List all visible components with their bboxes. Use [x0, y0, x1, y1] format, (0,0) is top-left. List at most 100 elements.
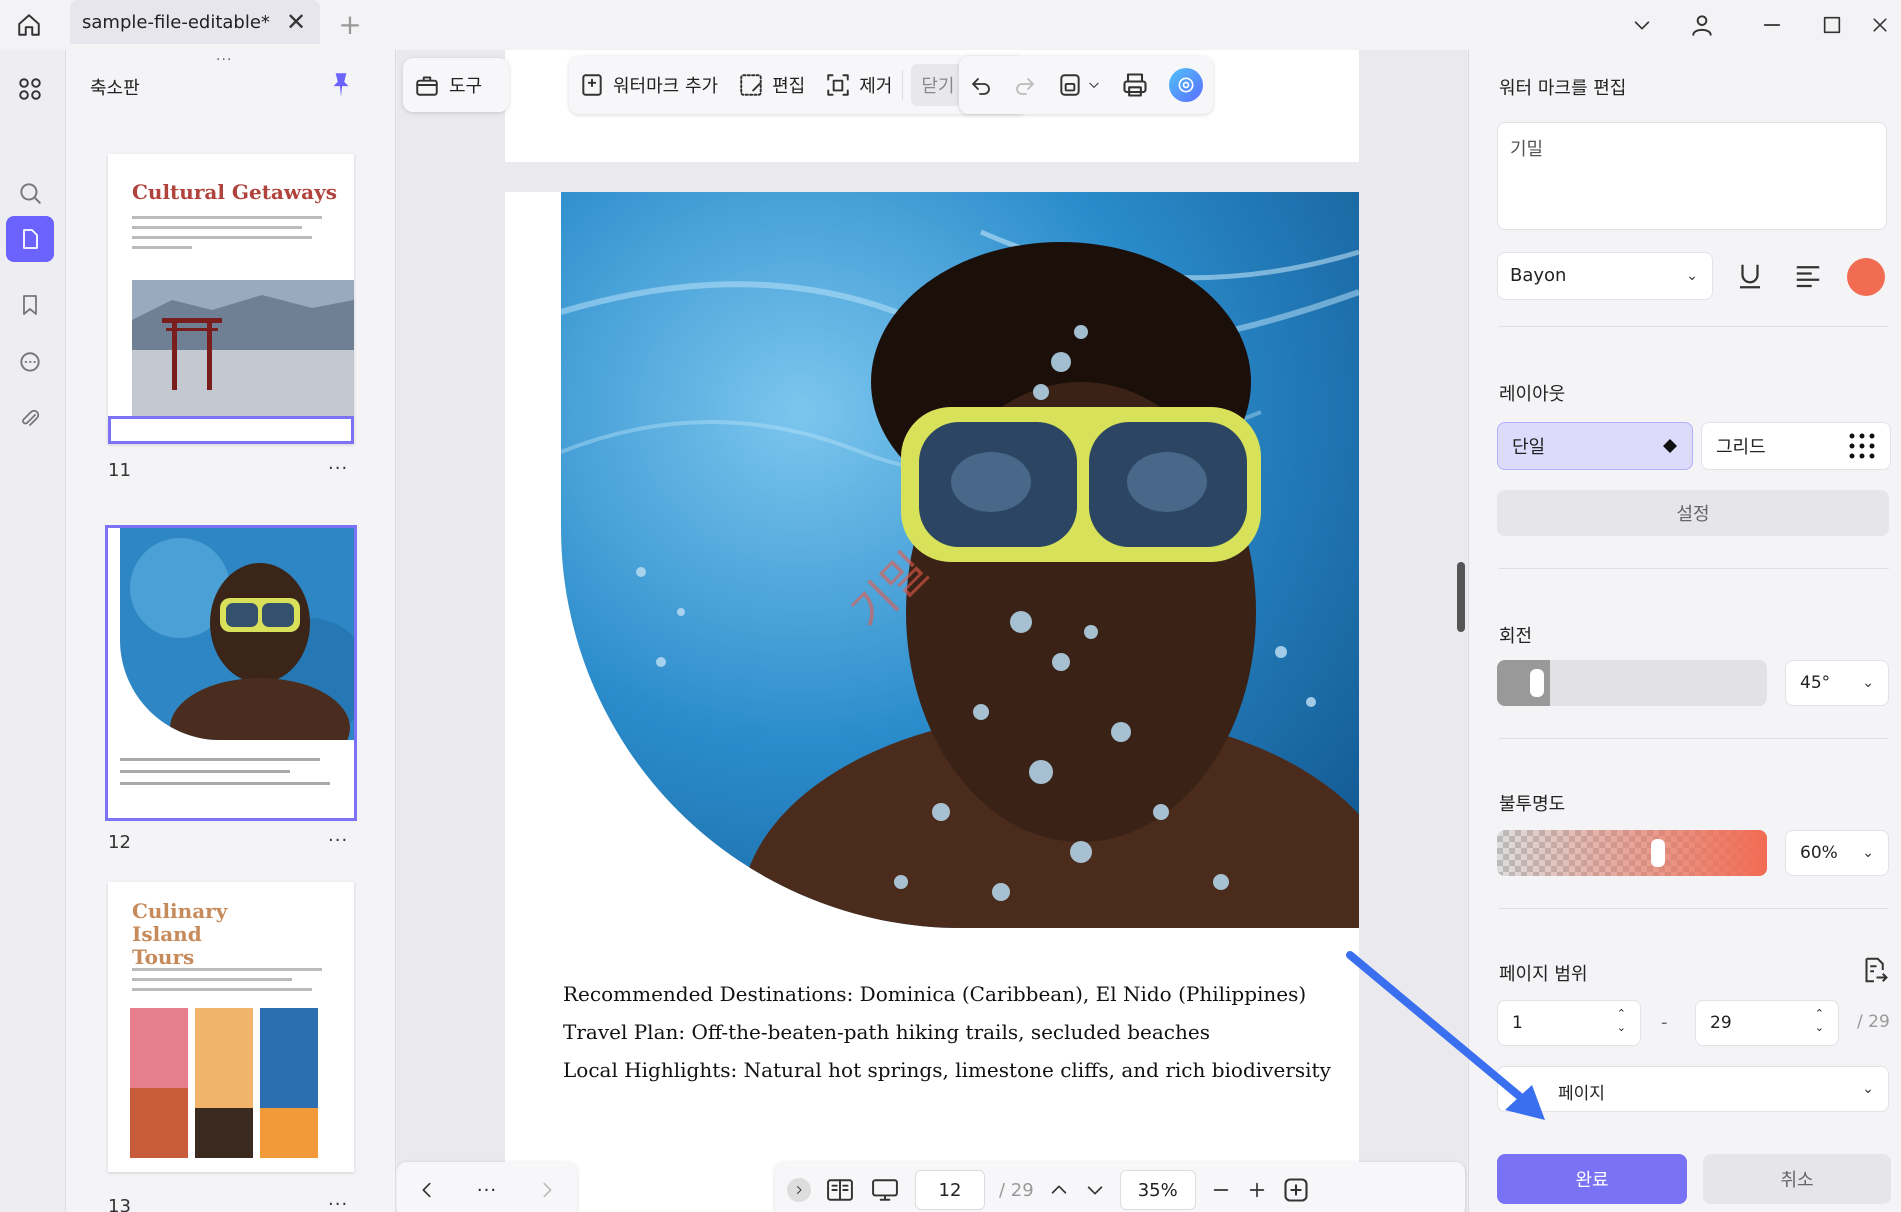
panel-title: 축소판 — [90, 78, 140, 99]
home-icon[interactable] — [10, 6, 48, 44]
tab-close-icon[interactable]: ✕ — [284, 8, 308, 36]
search-icon[interactable] — [6, 170, 54, 216]
zoom-out-icon[interactable] — [1210, 1179, 1232, 1201]
grid-dots-icon — [1849, 433, 1875, 459]
watermark-text-input[interactable]: 기밀 — [1497, 122, 1887, 230]
settings-button[interactable]: 설정 — [1497, 490, 1889, 536]
document-canvas: 기밀 Recommended Destinations: Dominica (C… — [397, 50, 1467, 1212]
add-watermark-button[interactable]: 워터마크 추가 — [569, 56, 728, 114]
confirm-button[interactable]: 완료 — [1497, 1154, 1687, 1204]
remove-watermark-button[interactable]: 제거 — [815, 56, 902, 114]
zoom-in-icon[interactable] — [1246, 1179, 1268, 1201]
page-thumbnail-12[interactable] — [105, 525, 357, 821]
page-number: 13 — [108, 1196, 131, 1212]
tools-label: 도구 — [449, 76, 483, 97]
print-icon[interactable] — [1121, 71, 1149, 99]
stepper-icon[interactable]: ⌃ ⌄ — [1617, 1007, 1626, 1035]
range-from-value: 1 — [1512, 1013, 1523, 1033]
new-tab-button[interactable]: + — [332, 6, 368, 42]
chevron-right-icon[interactable] — [536, 1179, 558, 1201]
more-icon[interactable]: ··· — [477, 1180, 497, 1201]
ai-assistant-icon[interactable] — [1169, 68, 1203, 102]
chevron-down-icon — [1089, 82, 1099, 88]
chevron-up-icon[interactable] — [1048, 1179, 1070, 1201]
stepper-icon[interactable]: ⌃ ⌄ — [1815, 1007, 1824, 1035]
text-line — [132, 226, 302, 229]
range-to-value: 29 — [1710, 1013, 1732, 1033]
chevron-down-icon: ⌄ — [1862, 675, 1874, 691]
zoom-input[interactable]: 35% — [1119, 1170, 1196, 1210]
page-number: 11 — [108, 460, 131, 481]
rotation-slider-thumb[interactable] — [1530, 669, 1544, 697]
undo-icon[interactable] — [969, 73, 993, 97]
rotation-slider[interactable] — [1497, 660, 1767, 706]
body-text-line: Local Highlights: Natural hot springs, l… — [563, 1058, 1331, 1082]
presentation-icon[interactable] — [869, 1177, 901, 1203]
minimize-icon[interactable] — [1750, 5, 1794, 45]
toolbox-icon — [416, 76, 438, 96]
pages-icon[interactable] — [6, 216, 54, 262]
add-watermark-icon — [582, 74, 602, 96]
rotation-select[interactable]: 45° ⌄ — [1785, 660, 1889, 706]
comment-icon[interactable] — [6, 340, 54, 386]
two-page-view-icon[interactable] — [825, 1177, 855, 1203]
save-button[interactable] — [1057, 72, 1101, 98]
chevron-down-icon[interactable] — [1084, 1179, 1106, 1201]
total-pages: / 29 — [999, 1179, 1034, 1201]
chevron-down-icon: ⌄ — [1862, 845, 1874, 861]
redo-icon[interactable] — [1013, 73, 1037, 97]
chevron-down-icon[interactable] — [1620, 5, 1664, 45]
more-icon[interactable]: ··· — [328, 830, 348, 851]
opacity-slider-thumb[interactable] — [1651, 839, 1665, 867]
fit-page-icon[interactable] — [1282, 1176, 1310, 1204]
page-subset-select[interactable]: 페이지 ⌄ — [1497, 1066, 1889, 1112]
collapse-toggle-icon[interactable] — [787, 1178, 811, 1202]
color-swatch[interactable] — [1847, 258, 1885, 296]
user-icon[interactable] — [1680, 5, 1724, 45]
layout-label: 레이아웃 — [1499, 384, 1566, 405]
range-from-input[interactable]: 1 ⌃ ⌄ — [1497, 1000, 1641, 1046]
page-number-input[interactable]: 12 — [915, 1170, 985, 1210]
page-range-label: 페이지 범위 — [1499, 964, 1588, 985]
page-range-icon[interactable] — [1859, 954, 1889, 986]
range-to-input[interactable]: 29 ⌃ ⌄ — [1695, 1000, 1839, 1046]
more-icon[interactable]: ··· — [328, 1194, 348, 1212]
vertical-scrollbar[interactable] — [1457, 562, 1465, 632]
pin-icon[interactable] — [328, 70, 356, 100]
more-icon[interactable]: ··· — [328, 458, 348, 479]
layout-grid-option[interactable]: 그리드 — [1701, 422, 1891, 470]
page-thumbnail-13[interactable]: Culinary Island Tours — [108, 882, 354, 1172]
tools-button[interactable]: 도구 — [403, 58, 509, 112]
page-subset-value: 페이지 — [1558, 1084, 1605, 1104]
document-tab[interactable]: sample-file-editable* ✕ — [70, 0, 320, 44]
title-bar: sample-file-editable* ✕ + — [0, 0, 1901, 50]
close-watermark-button[interactable]: 닫기 — [911, 64, 965, 106]
layout-single-option[interactable]: 단일 — [1497, 422, 1693, 470]
thumbnail-heading: Culinary Island Tours — [132, 899, 228, 969]
attachment-icon[interactable] — [6, 396, 54, 442]
window-close-icon[interactable] — [1860, 5, 1900, 45]
text-align-icon[interactable] — [1793, 260, 1823, 292]
thumbnail-heading: Cultural Getaways — [132, 180, 337, 204]
tab-title: sample-file-editable* — [82, 11, 270, 33]
opacity-slider[interactable] — [1497, 830, 1767, 876]
underline-icon[interactable] — [1735, 260, 1765, 292]
apps-grid-icon[interactable] — [6, 66, 54, 112]
watermark-edit-panel: 워터 마크를 편집 기밀 Bayon ⌄ 레이아웃 단일 그리드 설정 회전 4… — [1468, 50, 1901, 1212]
divider — [1499, 908, 1889, 909]
panel-title: 워터 마크를 편집 — [1499, 78, 1627, 99]
layout-grid-label: 그리드 — [1716, 437, 1766, 458]
page-nav-bar: ··· — [397, 1162, 577, 1212]
panel-drag-handle[interactable]: ··· — [216, 52, 232, 68]
maximize-icon[interactable] — [1810, 5, 1854, 45]
font-select[interactable]: Bayon ⌄ — [1497, 252, 1713, 300]
bookmark-icon[interactable] — [6, 282, 54, 328]
cancel-button[interactable]: 취소 — [1703, 1154, 1891, 1204]
chevron-left-icon[interactable] — [416, 1179, 438, 1201]
toolbar-divider — [902, 70, 904, 100]
divider — [1499, 738, 1889, 739]
edit-watermark-button[interactable]: 편집 — [728, 56, 815, 114]
page-number: 12 — [108, 832, 131, 853]
page-thumbnail-11[interactable]: Cultural Getaways — [108, 154, 354, 444]
opacity-select[interactable]: 60% ⌄ — [1785, 830, 1889, 876]
